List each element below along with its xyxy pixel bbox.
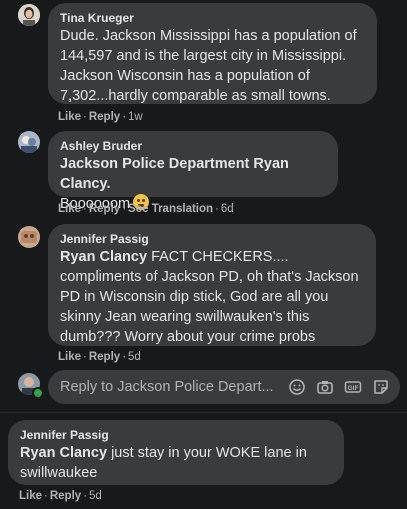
like-button[interactable]: Like — [58, 203, 81, 215]
comment-text: Dude. Jackson Mississippi has a populati… — [60, 28, 357, 104]
reply-composer[interactable]: GIF — [48, 370, 400, 404]
reply-button[interactable]: Reply — [50, 490, 81, 502]
comment-actions: Like · Reply · 5d — [58, 351, 141, 363]
comment-bubble: Ashley Bruder Jackson Police Department … — [48, 131, 338, 212]
reply-button[interactable]: Reply — [89, 351, 120, 363]
like-button[interactable]: Like — [19, 490, 42, 502]
comment-time[interactable]: 5d — [128, 351, 141, 363]
avatar[interactable] — [18, 226, 40, 248]
mention-link[interactable]: Ryan Clancy — [60, 249, 147, 265]
comment-author[interactable]: Ashley Bruder — [60, 139, 326, 154]
divider — [0, 412, 407, 413]
emoji-icon[interactable] — [288, 378, 306, 396]
sticker-icon[interactable] — [372, 378, 390, 396]
gif-icon[interactable]: GIF — [344, 378, 362, 396]
mention-link[interactable]: Jackson Police Department Ryan Clancy. — [60, 156, 289, 192]
like-button[interactable]: Like — [58, 351, 81, 363]
comment-bubble: Jennifer Passig Ryan Clancy just stay in… — [8, 420, 344, 485]
comment-author[interactable]: Jennifer Passig — [60, 232, 364, 247]
comment-actions: Like · Reply · 1w — [58, 111, 143, 123]
camera-icon[interactable] — [316, 378, 334, 396]
comment-author[interactable]: Jennifer Passig — [20, 428, 332, 443]
reply-button[interactable]: Reply — [89, 111, 120, 123]
avatar-photo — [18, 131, 40, 153]
avatar[interactable] — [18, 4, 40, 26]
comment-author[interactable]: Tina Krueger — [60, 11, 365, 26]
avatar[interactable] — [18, 131, 40, 153]
reply-input[interactable] — [60, 370, 275, 404]
comment-time[interactable]: 1w — [128, 111, 143, 123]
avatar-photo — [18, 4, 40, 26]
reply-button[interactable]: Reply — [89, 203, 120, 215]
like-button[interactable]: Like — [58, 111, 81, 123]
comment-time[interactable]: 5d — [89, 490, 102, 502]
avatar-photo — [18, 226, 40, 248]
comment-bubble: Tina Krueger Dude. Jackson Mississippi h… — [48, 3, 377, 104]
comment-actions: Like · Reply · See Translation · 6d — [58, 203, 234, 215]
comment-text: Ryan Clancy just stay in your WOKE lane … — [20, 443, 332, 483]
online-status-indicator — [32, 387, 44, 399]
comment-text: Ryan Clancy FACT CHECKERS.... compliment… — [60, 247, 364, 347]
comment-time[interactable]: 6d — [221, 203, 234, 215]
svg-text:GIF: GIF — [348, 385, 359, 392]
comment-bubble: Jennifer Passig Ryan Clancy FACT CHECKER… — [48, 224, 376, 346]
see-translation-button[interactable]: See Translation — [128, 203, 213, 215]
comment-actions: Like · Reply · 5d — [19, 490, 102, 502]
mention-link[interactable]: Ryan Clancy — [20, 445, 107, 461]
